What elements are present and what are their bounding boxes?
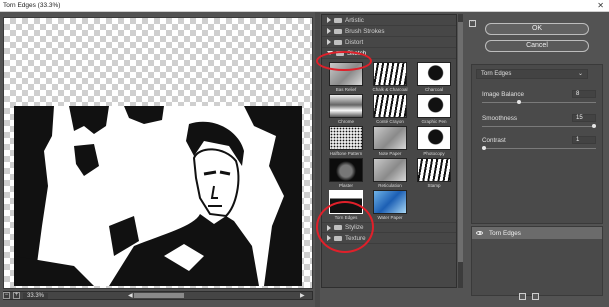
filter-thumb-water-paper[interactable]: Water Paper [372, 190, 408, 220]
filter-thumb-halftone-pattern[interactable]: Halftone Pattern [328, 126, 364, 156]
image-balance-input[interactable]: 8 [572, 90, 596, 98]
filter-preview-image [417, 94, 451, 118]
filter-label: Stamp [427, 183, 441, 188]
filter-label: Conté Crayon [376, 119, 404, 124]
filter-label: Plaster [338, 183, 353, 188]
zoom-in-button[interactable]: + [13, 292, 20, 299]
filter-thumb-cont-crayon[interactable]: Conté Crayon [372, 94, 408, 124]
preview-canvas[interactable] [3, 17, 313, 289]
filter-thumb-chalk-charcoal[interactable]: Chalk & Charcoal [372, 62, 408, 92]
filter-preview-image [373, 158, 407, 182]
filter-preview-image [373, 190, 407, 214]
close-icon[interactable]: ✕ [597, 0, 604, 12]
expand-icon [327, 17, 331, 23]
window-title: Torn Edges (33.3%) [3, 2, 61, 9]
slider-knob[interactable] [482, 146, 486, 150]
filter-preview-image [329, 94, 363, 118]
preview-image [14, 106, 302, 286]
zoom-level[interactable]: 33.3% [23, 292, 49, 299]
filter-preview-image [329, 158, 363, 182]
highlight-torn-edges [316, 201, 374, 253]
filter-label: Charcoal [424, 87, 443, 92]
filter-preview-image [373, 94, 407, 118]
filter-thumb-chrome[interactable]: Chrome [328, 94, 364, 124]
smoothness-input[interactable]: 15 [572, 114, 596, 122]
filter-thumb-plaster[interactable]: Plaster [328, 158, 364, 188]
filter-thumb-graphic-pen[interactable]: Graphic Pen [416, 94, 452, 124]
zoom-controls: − + 33.3% [3, 291, 49, 300]
scroll-thumb[interactable] [134, 293, 184, 298]
filter-label: Photocopy [423, 151, 445, 156]
filter-thumb-note-paper[interactable]: Note Paper [372, 126, 408, 156]
highlight-sketch [316, 51, 372, 71]
layer-buttons [519, 293, 539, 300]
filter-settings: Torn Edges ⌄ Image Balance 8 Smoothness … [471, 64, 603, 224]
visibility-eye-icon[interactable] [476, 231, 483, 235]
category-distort[interactable]: Distort [322, 37, 456, 48]
expand-icon [327, 28, 331, 34]
layer-label: Torn Edges [489, 229, 521, 237]
filter-preview-image [373, 126, 407, 150]
filter-preview-image [417, 158, 451, 182]
contrast-input[interactable]: 1 [572, 136, 596, 144]
slider-knob[interactable] [592, 124, 596, 128]
ok-button[interactable]: OK [485, 23, 589, 35]
param-label: Contrast [482, 137, 506, 144]
filter-thumbnails: Bas Relief Chalk & Charcoal Charcoal Chrome… [322, 59, 456, 222]
collapse-gallery-icon[interactable]: ⌃ [469, 20, 476, 27]
slider-knob[interactable] [517, 100, 521, 104]
filter-preview-image [373, 62, 407, 86]
filter-thumb-photocopy[interactable]: Photocopy [416, 126, 452, 156]
smoothness-slider[interactable] [482, 124, 596, 128]
effect-layer-row[interactable]: Torn Edges [472, 227, 602, 239]
filter-label: Halftone Pattern [329, 151, 363, 156]
filter-label: Chrome [337, 119, 354, 124]
settings-panel: ⌃ OK Cancel Torn Edges ⌄ Image Balance 8… [463, 14, 609, 307]
filter-preview-image [417, 62, 451, 86]
effect-layers: Torn Edges [471, 226, 603, 296]
zoom-out-button[interactable]: − [3, 292, 10, 299]
preview-scrollbar[interactable] [3, 291, 313, 300]
filter-preview-image [329, 126, 363, 150]
scroll-right-icon[interactable]: ▶ [300, 292, 305, 299]
filter-thumb-stamp[interactable]: Stamp [416, 158, 452, 188]
expand-icon [327, 39, 331, 45]
delete-effect-layer-icon[interactable] [532, 293, 539, 300]
param-label: Image Balance [482, 91, 525, 98]
category-artistic[interactable]: Artistic [322, 15, 456, 26]
contrast-slider[interactable] [482, 146, 596, 150]
filter-label: Water Paper [377, 215, 403, 220]
category-brush-strokes[interactable]: Brush Strokes [322, 26, 456, 37]
param-label: Smoothness [482, 115, 518, 122]
filter-label: Bas Relief [335, 87, 357, 92]
filter-label: Reticulation [378, 183, 402, 188]
folder-icon [334, 17, 342, 23]
chevron-down-icon: ⌄ [577, 71, 583, 77]
window-titlebar: Torn Edges (33.3%) ✕ [0, 0, 609, 12]
cancel-button[interactable]: Cancel [485, 40, 589, 52]
folder-icon [334, 28, 342, 34]
filter-thumb-reticulation[interactable]: Reticulation [372, 158, 408, 188]
filter-label: Graphic Pen [421, 119, 447, 124]
new-effect-layer-icon[interactable] [519, 293, 526, 300]
folder-icon [334, 39, 342, 45]
filter-label: Note Paper [378, 151, 402, 156]
filter-select[interactable]: Torn Edges ⌄ [476, 69, 588, 79]
scroll-left-icon[interactable]: ◀ [128, 292, 133, 299]
filter-preview-image [417, 126, 451, 150]
filter-label: Chalk & Charcoal [372, 87, 408, 92]
image-balance-slider[interactable] [482, 100, 596, 104]
filter-thumb-charcoal[interactable]: Charcoal [416, 62, 452, 92]
